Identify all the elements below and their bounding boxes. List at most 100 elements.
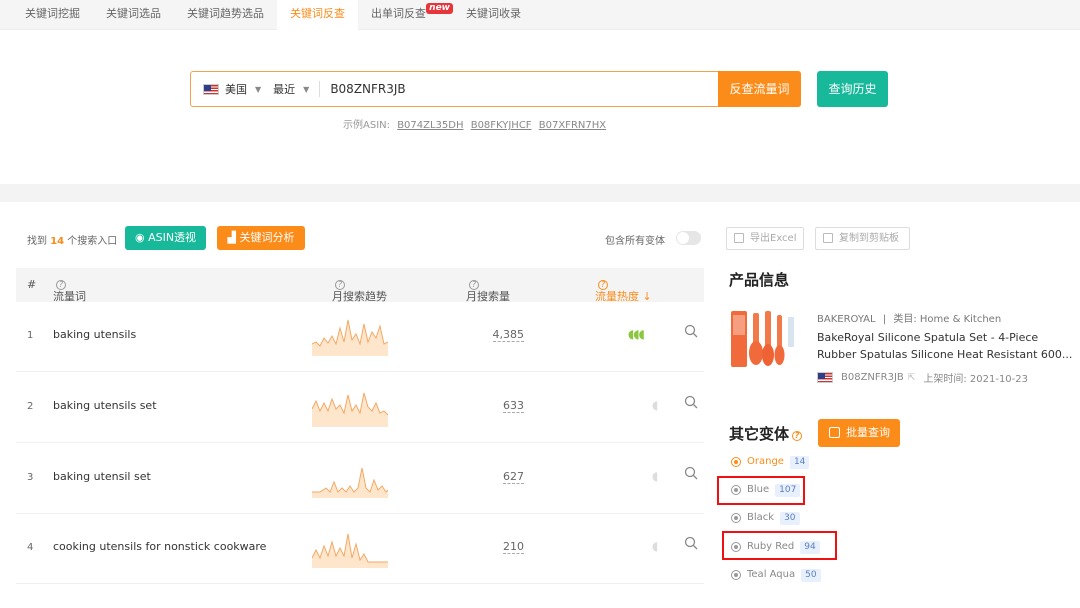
section-divider bbox=[0, 184, 1080, 202]
divider bbox=[319, 81, 321, 97]
example-asin-link[interactable]: B074ZL35DH bbox=[397, 120, 463, 131]
search-icon[interactable] bbox=[684, 536, 698, 550]
product-meta: BAKEROYAL | 类目: Home & Kitchen bbox=[817, 310, 1001, 325]
search-icon[interactable] bbox=[684, 466, 698, 480]
chart-icon: ▟ bbox=[227, 231, 240, 244]
table-header: # 流量词? 月搜索趋势? 月搜索量? 流量热度 ↓? bbox=[16, 268, 704, 303]
tab-label: 关键词收录 bbox=[466, 6, 521, 20]
row-trend-sparkline[interactable] bbox=[312, 458, 388, 500]
row-heat-indicator: ◖ bbox=[628, 469, 658, 483]
tab-keyword-mining[interactable]: 关键词挖掘 bbox=[12, 0, 93, 30]
heat-leaf-icon: ◖ bbox=[638, 327, 645, 341]
batch-query-button[interactable]: 批量查询 bbox=[818, 419, 900, 447]
radio-icon bbox=[731, 570, 741, 580]
col-keyword: 流量词? bbox=[53, 278, 86, 303]
country-value: 美国 bbox=[225, 83, 247, 96]
table-row: 2 baking utensils set 633 ◖ bbox=[16, 373, 704, 443]
tab-order-keyword-lookup[interactable]: 出单词反查 new bbox=[358, 0, 453, 30]
row-keyword[interactable]: baking utensils bbox=[53, 328, 136, 341]
tab-keyword-indexing[interactable]: 关键词收录 bbox=[453, 0, 534, 30]
result-count-suffix: 个搜索入口 bbox=[67, 236, 118, 247]
asin-insight-button[interactable]: ◉ ASIN透视 bbox=[125, 226, 206, 250]
export-excel-button[interactable]: 导出Excel bbox=[726, 227, 804, 250]
new-badge: new bbox=[426, 2, 453, 14]
product-asin-line: B08ZNFR3JB ⇱ 上架时间: 2021-10-23 bbox=[817, 370, 1028, 385]
chevron-down-icon: ▼ bbox=[303, 84, 310, 94]
variant-item[interactable]: Black 30 bbox=[731, 511, 800, 525]
tab-label: 关键词挖掘 bbox=[25, 6, 80, 20]
keyword-analysis-button[interactable]: ▟ 关键词分析 bbox=[217, 226, 305, 250]
product-info-title: 产品信息 bbox=[729, 271, 790, 289]
tab-keyword-trend-selection[interactable]: 关键词趋势选品 bbox=[174, 0, 277, 30]
sparkline-area bbox=[312, 320, 388, 356]
row-index: 4 bbox=[27, 542, 34, 553]
row-trend-sparkline[interactable] bbox=[312, 387, 388, 429]
highlight-box-ruby-red bbox=[722, 531, 837, 560]
row-keyword[interactable]: cooking utensils for nonstick cookware bbox=[53, 540, 266, 553]
variant-name: Black bbox=[747, 512, 775, 523]
other-variants-title: 其它变体? bbox=[729, 423, 803, 444]
brand-name[interactable]: BAKEROYAL bbox=[817, 314, 876, 325]
variant-item[interactable]: Teal Aqua 50 bbox=[731, 568, 821, 582]
row-keyword[interactable]: baking utensils set bbox=[53, 399, 157, 412]
export-label: 导出Excel bbox=[750, 233, 797, 244]
col-heat-sort[interactable]: 流量热度 ↓? bbox=[595, 278, 652, 303]
table-row: 4 cooking utensils for nonstick cookware 2… bbox=[16, 514, 704, 584]
product-title-line2[interactable]: Rubber Spatulas Silicone Heat Resistant … bbox=[817, 348, 1072, 361]
category: 类目: Home & Kitchen bbox=[893, 314, 1002, 325]
sparkline-area bbox=[312, 468, 388, 498]
product-image[interactable] bbox=[729, 307, 797, 375]
asin-search-box: 美国 ▼ 最近 ▼ 反查流量词 bbox=[190, 71, 801, 107]
row-trend-sparkline[interactable] bbox=[312, 316, 388, 358]
variant-item[interactable]: Orange 14 bbox=[731, 455, 810, 469]
tab-label: 关键词选品 bbox=[106, 6, 161, 20]
us-flag-icon bbox=[203, 83, 219, 95]
product-asin[interactable]: B08ZNFR3JB bbox=[841, 372, 904, 383]
include-variants-label: 包含所有变体 bbox=[605, 236, 665, 247]
row-index: 2 bbox=[27, 401, 34, 412]
variant-name: Orange bbox=[747, 456, 784, 467]
row-volume[interactable]: 210 bbox=[503, 540, 524, 554]
heat-leaf-icon: ◖ bbox=[652, 469, 658, 483]
asin-insight-label: ASIN透视 bbox=[148, 231, 197, 244]
help-icon[interactable]: ? bbox=[792, 431, 803, 441]
row-index: 1 bbox=[27, 330, 34, 341]
row-volume[interactable]: 627 bbox=[503, 470, 524, 484]
row-volume[interactable]: 4,385 bbox=[492, 328, 524, 342]
tab-keyword-selection[interactable]: 关键词选品 bbox=[93, 0, 174, 30]
col-volume[interactable]: 月搜索量? bbox=[466, 278, 510, 303]
product-title-line1[interactable]: BakeRoyal Silicone Spatula Set - 4-Piece bbox=[817, 331, 1038, 344]
search-icon[interactable] bbox=[684, 324, 698, 338]
period-select[interactable]: 最近 ▼ bbox=[273, 81, 309, 97]
include-variants-toggle[interactable] bbox=[676, 231, 701, 245]
row-volume[interactable]: 633 bbox=[503, 399, 524, 413]
heat-leaf-icon: ◖ bbox=[652, 539, 658, 553]
row-heat-indicator: ◖ bbox=[628, 539, 658, 553]
result-count: 找到 14 个搜索入口 bbox=[27, 232, 117, 247]
variant-name: Teal Aqua bbox=[747, 569, 796, 580]
variant-count-badge: 14 bbox=[789, 455, 810, 469]
tab-keyword-reverse-lookup[interactable]: 关键词反查 bbox=[277, 0, 358, 30]
row-trend-sparkline[interactable] bbox=[312, 528, 388, 570]
copy-label: 复制到剪贴板 bbox=[839, 233, 899, 244]
reverse-lookup-button[interactable]: 反查流量词 bbox=[718, 71, 801, 107]
tab-label: 出单词反查 bbox=[371, 6, 426, 20]
result-count-number: 14 bbox=[50, 236, 65, 247]
query-history-button[interactable]: 查询历史 bbox=[817, 71, 888, 107]
launch-date: 上架时间: 2021-10-23 bbox=[923, 374, 1029, 385]
example-asin-link[interactable]: B07XFRN7HX bbox=[539, 120, 606, 131]
search-icon[interactable] bbox=[684, 395, 698, 409]
example-label: 示例ASIN: bbox=[343, 120, 390, 131]
col-index: # bbox=[27, 278, 37, 291]
external-link-icon[interactable]: ⇱ bbox=[908, 373, 916, 383]
example-asin-link[interactable]: B08FKYJHCF bbox=[471, 120, 532, 131]
country-select[interactable]: 美国 ▼ bbox=[191, 81, 261, 97]
result-count-prefix: 找到 bbox=[27, 236, 47, 247]
variant-count-badge: 30 bbox=[780, 511, 800, 525]
copy-clipboard-button[interactable]: 复制到剪贴板 bbox=[815, 227, 910, 250]
sparkline-area bbox=[312, 393, 388, 427]
example-asins: 示例ASIN: B074ZL35DH B08FKYJHCF B07XFRN7HX bbox=[343, 116, 606, 131]
asin-input[interactable] bbox=[330, 82, 701, 96]
row-heat-indicator: ◖◖◖ bbox=[628, 327, 645, 341]
row-keyword[interactable]: baking utensil set bbox=[53, 470, 151, 483]
